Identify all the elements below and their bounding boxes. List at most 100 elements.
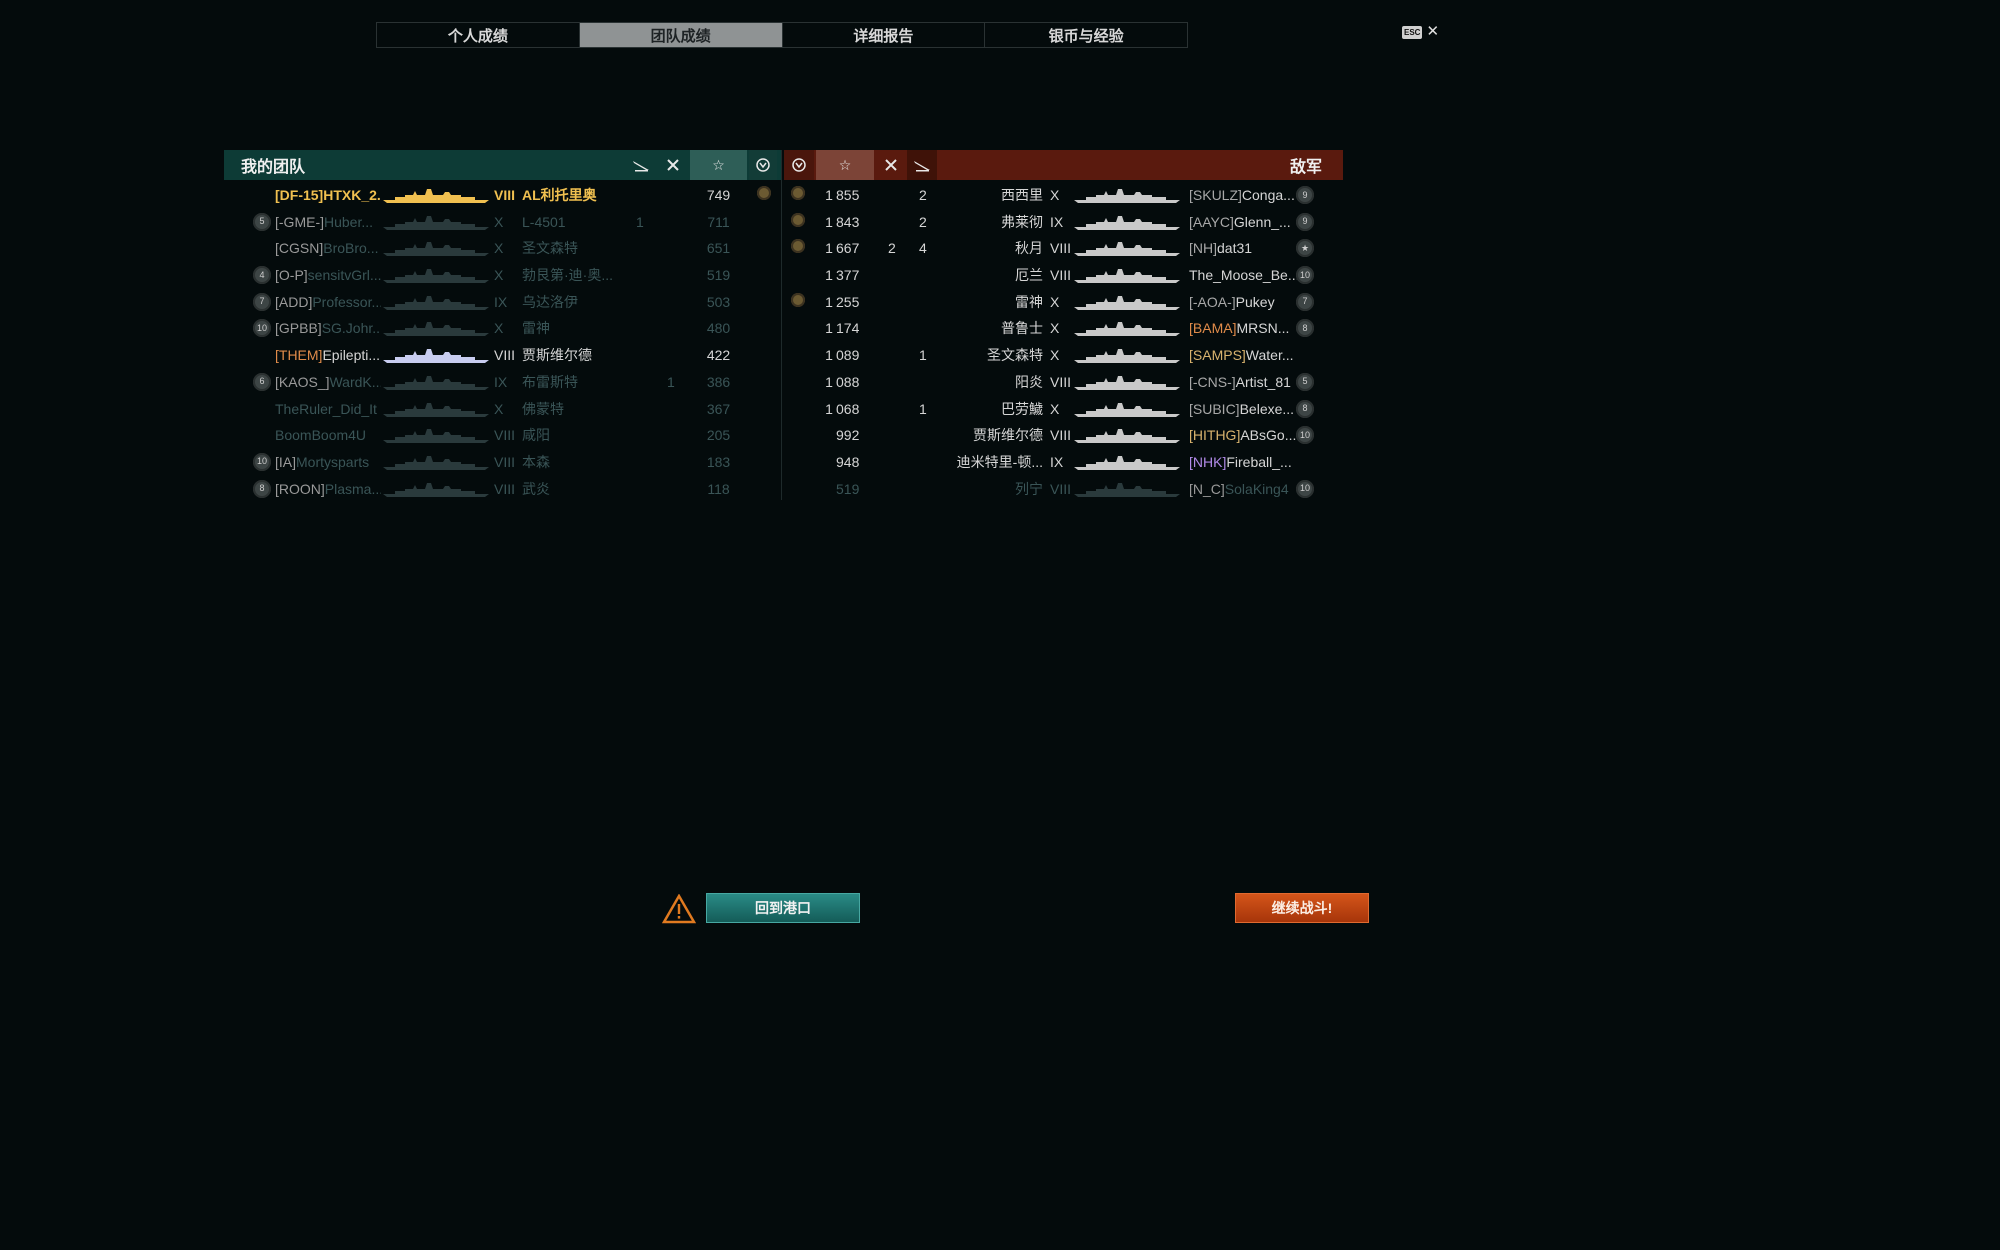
player-name: [ROON]Plasma... — [275, 481, 381, 498]
score-value: 855 — [836, 187, 860, 203]
enemy-row[interactable]: 1 667 2 4 秋月 VIII [NH]dat31 ★ — [784, 235, 1343, 262]
tab-1[interactable]: 个人成绩 — [377, 23, 580, 47]
tab-4[interactable]: 银币与经验 — [985, 23, 1187, 47]
player-name: [SAMPS]Water... — [1189, 347, 1297, 364]
score-value: 386 — [706, 373, 731, 390]
clan-tag: [NHK] — [1189, 453, 1227, 470]
enemy-row[interactable]: 1 174 普鲁士 X [BAMA]MRSN... 8 — [784, 315, 1343, 342]
ship-name: 圣文森特 — [987, 347, 1043, 364]
team-row[interactable]: 6 [KAOS_]WardK... IX 布雷斯特 1 386 — [224, 369, 781, 396]
return-to-port-button[interactable]: 回到港口 — [706, 893, 860, 923]
score-value: 089 — [836, 347, 860, 364]
ship-name: 西西里 — [1001, 187, 1043, 203]
tab-3[interactable]: 详细报告 — [783, 23, 986, 47]
clan-tag: [AAYC] — [1189, 213, 1234, 230]
ship-name: L-4501 — [522, 213, 566, 230]
clan-tag: [SKULZ] — [1189, 187, 1242, 203]
tab-2[interactable]: 团队成绩 — [579, 23, 783, 47]
clan-tag: [-GME-] — [275, 213, 324, 230]
enemy-row[interactable]: 1 843 2 弗莱彻 IX [AAYC]Glenn_... 9 — [784, 209, 1343, 236]
enemy-row[interactable]: 1 255 雷神 X [-AOA-]Pukey 7 — [784, 289, 1343, 316]
enemy-row[interactable]: 948 迪米特里-顿... IX [NHK]Fireball_... — [784, 449, 1343, 476]
team-row[interactable]: 5 [-GME-]Huber... X L-4501 1 711 — [224, 209, 781, 236]
clan-tag: [GPBB] — [275, 320, 322, 337]
kills-value: 1 — [667, 373, 675, 390]
player-nick: Glenn_... — [1233, 213, 1291, 230]
ship-silhouette-icon — [1072, 479, 1184, 499]
ship-silhouette-icon — [1072, 265, 1184, 285]
medal-column-icon[interactable] — [784, 150, 814, 180]
player-name: The_Moose_Be... — [1189, 267, 1297, 284]
team-row[interactable]: 8 [ROON]Plasma... VIII 武炎 118 — [224, 476, 781, 503]
team-row[interactable]: 10 [GPBB]SG.Johr... X 雷神 480 — [224, 315, 781, 342]
planes-shot-column-icon[interactable] — [907, 150, 937, 180]
enemy-row[interactable]: 519 列宁 VIII [N_C]SolaKing4 10 — [784, 476, 1343, 503]
player-level-badge: 10 — [253, 319, 271, 338]
team-row[interactable]: 7 [ADD]Professor... IX 乌达洛伊 503 — [224, 289, 781, 316]
esc-key-icon: ESC — [1402, 25, 1423, 39]
enemy-row[interactable]: 1 068 1 巴劳鱥 X [SUBIC]Belexe... 8 — [784, 396, 1343, 423]
planes-shot-column-icon[interactable] — [626, 150, 656, 180]
kills-column-icon[interactable] — [876, 150, 906, 180]
medal-column-icon[interactable] — [749, 150, 777, 180]
player-name: TheRuler_Did_It — [275, 401, 381, 418]
score-column-star-icon[interactable]: ☆ — [816, 150, 874, 180]
ship-silhouette-icon — [381, 345, 491, 365]
ship-tier: VIII — [1050, 240, 1072, 257]
player-name: [-CNS-]Artist_81 — [1189, 374, 1297, 391]
close-button[interactable]: ESC ✕ — [1402, 23, 1440, 40]
close-icon: ✕ — [1426, 23, 1440, 40]
kills-column-icon[interactable] — [658, 150, 688, 180]
player-level-badge: 10 — [1296, 266, 1314, 285]
clan-tag: [CGSN] — [275, 240, 324, 257]
enemy-row[interactable]: 1 855 2 西西里 X [SKULZ]Conga... 9 — [784, 182, 1343, 209]
score-thousands: 1 — [825, 320, 833, 337]
player-nick: The_Moose_Be... — [1189, 267, 1297, 284]
team-row[interactable]: 10 [IA]Mortysparts VIII 本森 183 — [224, 449, 781, 476]
score-value: 711 — [707, 213, 730, 230]
player-nick: Epilepti... — [322, 347, 381, 364]
player-name: [CGSN]BroBro... — [275, 240, 381, 257]
team-row[interactable]: TheRuler_Did_It X 佛蒙特 367 — [224, 396, 781, 423]
enemy-row[interactable]: 1 377 厄兰 VIII The_Moose_Be... 10 — [784, 262, 1343, 289]
ship-tier: X — [494, 213, 504, 230]
player-name: [AAYC]Glenn_... — [1189, 214, 1297, 231]
team-row[interactable]: BoomBoom4U VIII 咸阳 205 — [224, 422, 781, 449]
ship-silhouette-icon — [381, 372, 491, 392]
ship-tier: VIII — [494, 453, 516, 470]
ship-tier: X — [494, 267, 504, 284]
warning-icon[interactable] — [661, 893, 697, 927]
player-name: [DF-15]HTXK_2... — [275, 187, 381, 204]
ship-name: 咸阳 — [522, 427, 550, 444]
player-nick: SolaKing4 — [1224, 480, 1289, 497]
ship-tier: VIII — [1050, 373, 1072, 390]
score-column-star-icon[interactable]: ☆ — [690, 150, 747, 180]
enemy-row[interactable]: 1 089 1 圣文森特 X [SAMPS]Water... — [784, 342, 1343, 369]
ship-name: 布雷斯特 — [522, 373, 578, 390]
ship-tier: IX — [1050, 453, 1064, 470]
player-name: [SKULZ]Conga... — [1189, 187, 1297, 204]
player-name: [BAMA]MRSN... — [1189, 320, 1297, 337]
score-value: 843 — [836, 213, 860, 230]
team-row[interactable]: [CGSN]BroBro... X 圣文森特 651 — [224, 235, 781, 262]
enemy-row[interactable]: 992 贾斯维尔德 VIII [HITHG]ABsGo... 10 — [784, 422, 1343, 449]
team-row[interactable]: [DF-15]HTXK_2... VIII AL利托里奥 749 — [224, 182, 781, 209]
player-nick: dat31 — [1217, 240, 1253, 257]
ship-silhouette-icon — [381, 292, 491, 312]
team-row[interactable]: 4 [O-P]sensitvGrl... X 勃艮第·迪·奥... 519 — [224, 262, 781, 289]
medal-icon — [791, 239, 805, 254]
enemy-row[interactable]: 1 088 阳炎 VIII [-CNS-]Artist_81 5 — [784, 369, 1343, 396]
ship-silhouette-icon — [1072, 212, 1184, 232]
ship-silhouette-icon — [1072, 345, 1184, 365]
ship-silhouette-icon — [1072, 425, 1184, 445]
ship-silhouette-icon — [381, 318, 491, 338]
continue-battle-button[interactable]: 继续战斗! — [1235, 893, 1369, 923]
ship-name: 武炎 — [522, 480, 550, 497]
ship-silhouette-icon — [1072, 372, 1184, 392]
clan-tag: [O-P] — [275, 267, 308, 284]
team-row[interactable]: [THEM]Epilepti... VIII 贾斯维尔德 422 — [224, 342, 781, 369]
ship-silhouette-icon — [1072, 292, 1184, 312]
ship-name: 列宁 — [1015, 480, 1043, 497]
score-value: 519 — [706, 267, 731, 284]
player-name: [KAOS_]WardK... — [275, 374, 381, 391]
